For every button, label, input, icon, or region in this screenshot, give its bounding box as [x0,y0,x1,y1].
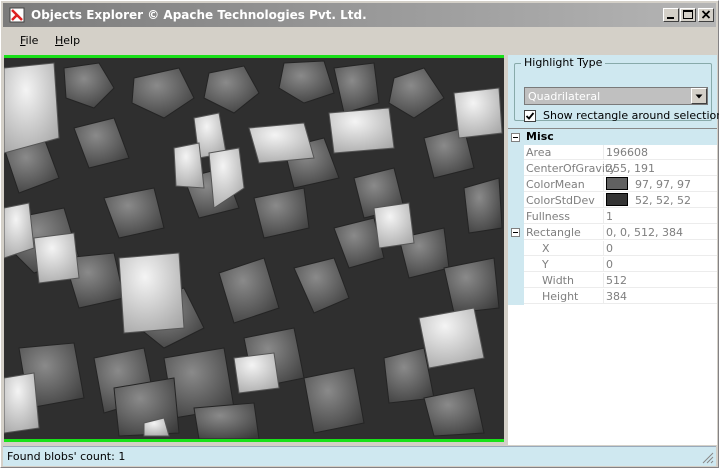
color-swatch [606,177,628,190]
app-icon[interactable] [9,7,25,23]
property-value: 512 [604,273,717,288]
show-rectangle-label: Show rectangle around selection [543,109,719,122]
properties-pane: Highlight Type Quadrilateral Show rectan… [508,55,719,445]
color-swatch [606,193,628,206]
maximize-button[interactable] [680,8,696,22]
menu-file[interactable]: File [20,34,38,47]
image-view[interactable] [4,55,504,442]
property-name: Area [524,145,604,160]
highlight-type-select[interactable]: Quadrilateral [524,87,708,105]
menu-help[interactable]: Help [55,34,80,47]
window-title: Objects Explorer © Apache Technologies P… [31,8,367,22]
property-name: X [524,241,604,256]
maximize-icon [683,10,693,19]
property-value: 384 [604,289,717,304]
category-misc[interactable]: Misc [508,129,717,145]
dropdown-button[interactable] [691,88,707,104]
property-row-rectangle[interactable]: Rectangle 0, 0, 512, 384 [508,225,717,241]
property-name: CenterOfGravity [524,161,616,176]
category-label: Misc [526,130,554,143]
app-window: Objects Explorer © Apache Technologies P… [0,0,719,468]
particles-image [4,58,504,439]
property-grid[interactable]: Misc Area 196608 CenterOfGravity 255, 19… [508,128,717,445]
collapse-icon[interactable] [511,228,520,237]
property-value: 0 [604,257,717,272]
property-name: Height [524,289,604,304]
highlight-type-value: Quadrilateral [528,90,601,103]
minimize-button[interactable] [663,8,679,22]
property-row-color-mean[interactable]: ColorMean 97, 97, 97 [508,177,717,193]
property-value: 0 [604,241,717,256]
status-bar: Found blobs' count: 1 [3,446,716,466]
property-row-x[interactable]: X 0 [508,241,717,257]
property-name: Width [524,273,604,288]
property-row-color-std-dev[interactable]: ColorStdDev 52, 52, 52 [508,193,717,209]
property-row-fullness[interactable]: Fullness 1 [508,209,717,225]
highlight-type-group: Highlight Type Quadrilateral Show rectan… [514,56,719,122]
property-row-width[interactable]: Width 512 [508,273,717,289]
property-value: 97, 97, 97 [635,178,691,191]
property-value: 196608 [604,145,717,160]
property-row-area[interactable]: Area 196608 [508,145,717,161]
checkmark-icon [525,112,535,120]
property-name: Y [524,257,604,272]
property-value: 255, 191 [604,161,717,176]
property-name: Rectangle [524,225,604,240]
close-button[interactable] [698,8,714,22]
collapse-icon[interactable] [511,133,520,142]
property-name: Fullness [524,209,604,224]
property-row-height[interactable]: Height 384 [508,289,717,305]
property-name: ColorStdDev [524,193,604,208]
resize-grip-icon[interactable] [702,452,714,464]
show-rectangle-checkbox[interactable] [524,110,536,122]
property-value: 0, 0, 512, 384 [604,225,717,240]
property-name: ColorMean [524,177,604,192]
property-value: 1 [604,209,717,224]
chevron-down-icon [695,94,703,99]
highlight-type-legend: Highlight Type [521,56,606,69]
status-text: Found blobs' count: 1 [7,450,126,463]
menu-bar: File Help [3,30,716,50]
property-value: 52, 52, 52 [635,194,691,207]
close-icon [701,10,711,19]
property-row-y[interactable]: Y 0 [508,257,717,273]
title-bar[interactable]: Objects Explorer © Apache Technologies P… [3,3,716,27]
property-row-center-of-gravity[interactable]: CenterOfGravity 255, 191 [508,161,717,177]
minimize-icon [667,17,674,19]
